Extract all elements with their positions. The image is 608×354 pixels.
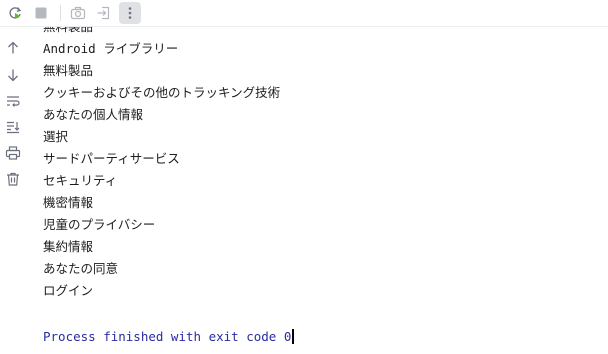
rerun-button[interactable] — [4, 2, 26, 24]
console-line: クッキーおよびその他のトラッキング技術 — [43, 85, 281, 100]
exit-message: Process finished with exit code 0 — [43, 329, 292, 344]
scroll-up-button[interactable] — [2, 37, 24, 59]
rerun-icon — [9, 7, 22, 19]
console-line: 児童のプライバシー — [43, 217, 156, 232]
console-line: セキュリティ — [43, 173, 118, 188]
console-toolbar — [0, 0, 608, 27]
text-caret — [292, 329, 294, 344]
restore-layout-icon — [97, 6, 110, 20]
console-output[interactable]: 無料製品 Android ライブラリー 無料製品 クッキーおよびその他のトラッキ… — [43, 27, 608, 354]
restore-layout-button[interactable] — [93, 2, 115, 24]
up-arrow-icon — [8, 41, 18, 54]
stop-button[interactable] — [30, 2, 52, 24]
console-line: 選択 — [43, 129, 69, 144]
console-line: 機密情報 — [43, 195, 94, 210]
console-line: ログイン — [43, 283, 94, 298]
console-line: Android ライブラリー — [43, 41, 179, 56]
console-line: あなたの個人情報 — [43, 107, 144, 122]
console-line: あなたの同意 — [43, 261, 119, 276]
exit-message-line: Process finished with exit code 0 — [43, 326, 294, 348]
scroll-to-end-icon — [7, 121, 20, 134]
stop-icon — [35, 7, 47, 19]
screenshot-button[interactable] — [67, 2, 89, 24]
soft-wrap-icon — [7, 96, 20, 107]
print-button[interactable] — [2, 142, 24, 164]
console-gutter — [0, 27, 26, 354]
console-line: サードパーティサービス — [43, 151, 180, 166]
console-line-partial: 無料製品 — [43, 27, 93, 38]
trash-icon — [7, 172, 19, 186]
console-line: 集約情報 — [43, 239, 94, 254]
print-icon — [5, 146, 21, 160]
camera-icon — [70, 6, 86, 20]
scroll-to-end-button[interactable] — [2, 116, 24, 138]
down-arrow-icon — [8, 69, 18, 82]
clear-all-button[interactable] — [2, 168, 24, 190]
console-line: 無料製品 — [43, 63, 94, 78]
toolbar-separator — [60, 5, 61, 21]
soft-wrap-button[interactable] — [2, 90, 24, 112]
more-vertical-icon — [128, 7, 132, 19]
more-options-button[interactable] — [119, 2, 141, 24]
scroll-down-button[interactable] — [2, 64, 24, 86]
